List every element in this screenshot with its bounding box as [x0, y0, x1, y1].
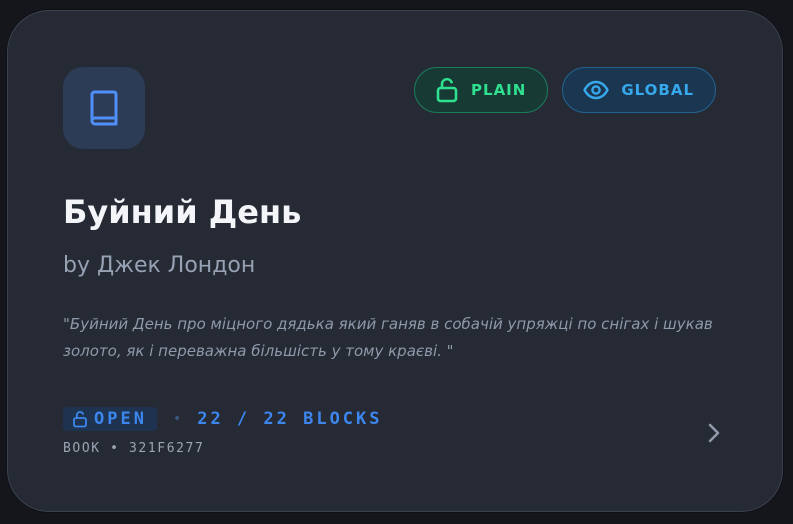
open-book-button[interactable] — [702, 419, 726, 447]
status-row: OPEN • 22 / 22 BLOCKS — [63, 407, 383, 431]
blocks-count: 22 / 22 BLOCKS — [197, 409, 383, 429]
unlock-icon — [436, 77, 458, 103]
open-status-label: OPEN — [94, 409, 147, 429]
global-badge-label: GLOBAL — [621, 81, 694, 99]
plain-badge-label: PLAIN — [471, 81, 527, 99]
chevron-right-icon — [708, 423, 720, 443]
book-title: Буйний День — [63, 193, 302, 231]
unlock-icon — [73, 411, 87, 428]
book-author: by Джек Лондон — [63, 253, 256, 278]
open-status-badge: OPEN — [63, 407, 157, 431]
book-description: "Буйний День про міцного дядька який ган… — [63, 315, 713, 360]
book-card[interactable]: PLAIN GLOBAL Буйний День by Джек Лондон … — [7, 10, 783, 512]
book-icon — [90, 90, 118, 126]
book-icon-tile — [63, 67, 145, 149]
badge-group: PLAIN GLOBAL — [414, 67, 716, 113]
eye-icon — [583, 80, 610, 100]
book-meta: BOOK • 321F6277 — [63, 441, 205, 456]
plain-badge[interactable]: PLAIN — [414, 67, 549, 113]
global-badge[interactable]: GLOBAL — [562, 67, 716, 113]
status-separator: • — [172, 411, 182, 427]
